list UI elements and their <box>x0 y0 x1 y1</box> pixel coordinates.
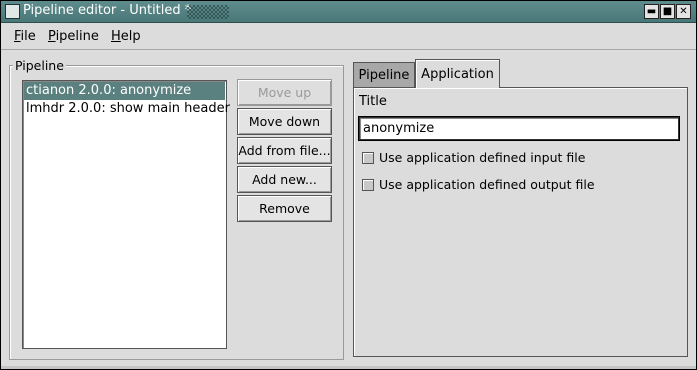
add-new-button[interactable]: Add new... <box>237 166 332 193</box>
pipeline-group-label: Pipeline <box>13 58 66 73</box>
title-bar-grip <box>187 5 229 19</box>
input-file-checkbox-row[interactable]: Use application defined input file <box>362 150 662 166</box>
window-menu-icon[interactable] <box>5 4 20 19</box>
tab-pipeline[interactable]: Pipeline <box>353 62 415 88</box>
input-file-checkbox[interactable] <box>362 152 374 164</box>
title-bar[interactable]: Pipeline editor - Untitled * ▬ ■ ✕ <box>1 1 696 23</box>
output-file-checkbox[interactable] <box>362 179 374 191</box>
list-item[interactable]: lmhdr 2.0.0: show main header <box>24 100 230 118</box>
menu-bar: File Pipeline Help <box>1 23 696 50</box>
tab-application[interactable]: Application <box>415 59 500 88</box>
window-title: Pipeline editor - Untitled * <box>23 3 192 18</box>
title-label: Title <box>359 94 387 109</box>
pipeline-list[interactable]: ctianon 2.0.0: anonymize lmhdr 2.0.0: sh… <box>22 80 230 349</box>
menu-file[interactable]: File <box>14 29 36 44</box>
remove-button[interactable]: Remove <box>237 195 332 222</box>
output-file-label[interactable]: Use application defined output file <box>379 177 595 192</box>
minimize-button[interactable]: ▬ <box>644 4 659 19</box>
pipeline-editor-window: Pipeline editor - Untitled * ▬ ■ ✕ File … <box>1 1 696 369</box>
close-button[interactable]: ✕ <box>676 4 691 19</box>
menu-pipeline[interactable]: Pipeline <box>48 29 99 44</box>
input-file-label[interactable]: Use application defined input file <box>379 150 585 165</box>
add-from-file-button[interactable]: Add from file... <box>237 137 332 164</box>
menu-help[interactable]: Help <box>111 29 141 44</box>
output-file-checkbox-row[interactable]: Use application defined output file <box>362 177 662 193</box>
move-down-button[interactable]: Move down <box>237 108 332 135</box>
list-item[interactable]: ctianon 2.0.0: anonymize <box>24 82 225 100</box>
move-up-button[interactable]: Move up <box>237 79 332 106</box>
window-bottom-edge <box>1 366 696 369</box>
title-input[interactable] <box>359 117 679 140</box>
maximize-button[interactable]: ■ <box>660 4 675 19</box>
